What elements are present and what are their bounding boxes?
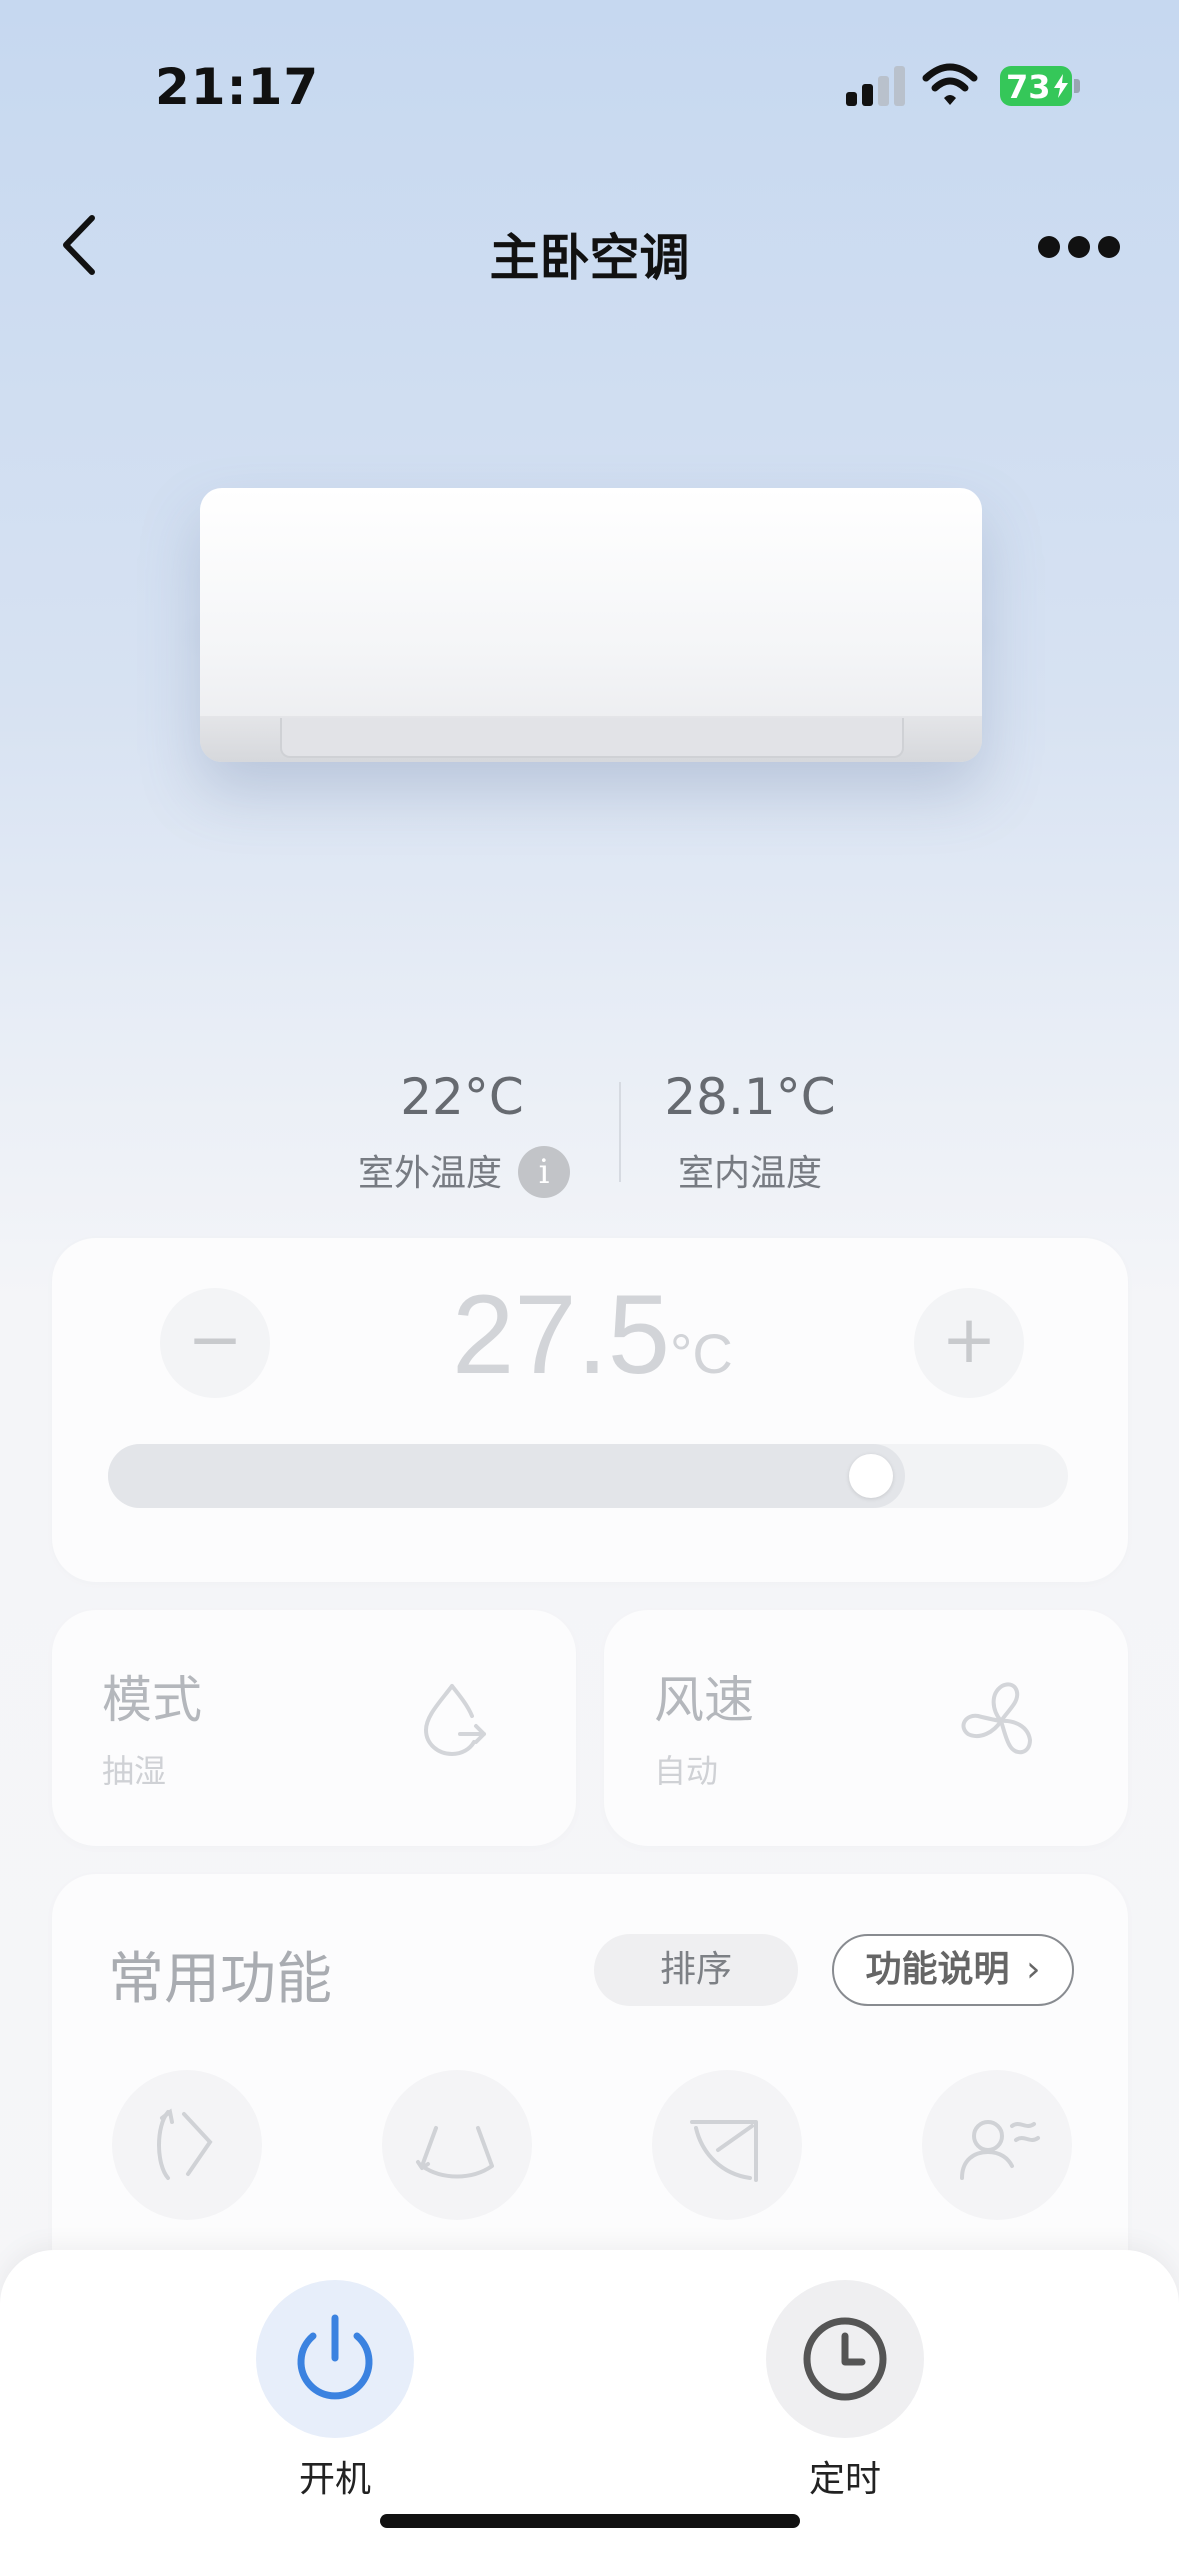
mode-card-value: 抽湿	[102, 1752, 167, 1790]
function-description-button[interactable]: 功能说明 ›	[832, 1934, 1074, 2006]
indoor-temp-value: 28.1°C	[664, 1068, 836, 1126]
temp-slider-fill	[108, 1444, 905, 1508]
chevron-right-icon: ›	[1026, 1949, 1041, 1990]
fan-card-value: 自动	[654, 1752, 719, 1790]
page-title: 主卧空调	[489, 229, 690, 287]
more-options-button[interactable]	[1036, 222, 1122, 272]
droplet-icon	[423, 1684, 486, 1757]
fan-icon	[961, 1682, 1032, 1755]
clock-icon	[803, 2317, 887, 2401]
setpoint-display: 27.5°C	[452, 1270, 762, 1410]
info-icon[interactable]: i	[518, 1146, 570, 1198]
decrease-temp-button[interactable]: −	[160, 1288, 270, 1398]
function-description-label: 功能说明	[865, 1949, 1010, 1990]
swing-up-down-icon	[416, 2126, 494, 2179]
power-icon	[297, 2314, 373, 2400]
outdoor-temp-value: 22°C	[400, 1068, 524, 1126]
power-button[interactable]	[256, 2280, 414, 2438]
charging-bolt-icon	[1054, 74, 1068, 98]
function-item-swing-up-down[interactable]	[382, 2070, 532, 2220]
function-item-person-wind[interactable]	[922, 2070, 1072, 2220]
timer-button[interactable]	[766, 2280, 924, 2438]
temp-slider-thumb[interactable]	[849, 1454, 893, 1498]
function-item-swing-diagonal[interactable]	[652, 2070, 802, 2220]
function-item-swing-left-right[interactable]	[112, 2070, 262, 2220]
setpoint-unit: °C	[669, 1322, 733, 1385]
sort-button[interactable]: 排序	[594, 1934, 798, 2006]
outdoor-temp-label: 室外温度	[357, 1153, 502, 1194]
battery-indicator: 73	[1000, 66, 1080, 106]
ac-unit-vent	[280, 718, 904, 758]
person-wind-icon	[960, 2120, 1040, 2180]
timer-label: 定时	[808, 2459, 881, 2500]
power-label: 开机	[298, 2459, 371, 2500]
setpoint-value: 27.5	[452, 1272, 670, 1397]
functions-title: 常用功能	[108, 1947, 332, 2012]
cellular-signal-icon	[846, 66, 906, 106]
mode-card-title: 模式	[102, 1671, 202, 1729]
indoor-temp-label: 室内温度	[677, 1153, 822, 1194]
swing-left-right-icon	[157, 2108, 213, 2180]
increase-temp-button[interactable]: +	[914, 1288, 1024, 1398]
swing-diagonal-icon	[690, 2120, 758, 2182]
fan-card-title: 风速	[654, 1671, 754, 1729]
wifi-icon	[922, 63, 978, 105]
bottom-action-bar	[0, 2250, 1179, 2556]
status-time: 21:17	[155, 58, 320, 116]
battery-level-text: 73	[1006, 68, 1051, 106]
home-indicator	[380, 2514, 800, 2528]
